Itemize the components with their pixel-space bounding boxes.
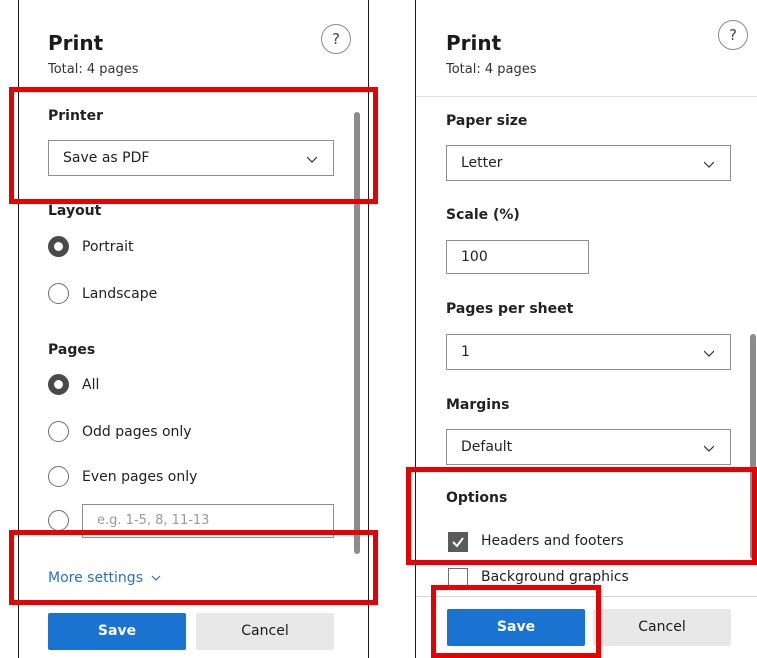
paper-size-label: Paper size <box>446 113 528 129</box>
radio-label: All <box>82 376 100 393</box>
margins-value: Default <box>461 439 513 455</box>
radio-label: Portrait <box>82 238 134 255</box>
radio-label: Even pages only <box>82 468 198 485</box>
help-icon[interactable]: ? <box>718 20 748 50</box>
page-count: Total: 4 pages <box>446 62 537 77</box>
footer-divider <box>19 600 368 601</box>
chevron-down-icon <box>307 156 317 163</box>
save-button[interactable]: Save <box>447 609 585 646</box>
radio-all[interactable]: All <box>48 374 99 395</box>
print-panel-right: Print Total: 4 pages ? Paper size Letter… <box>415 0 757 658</box>
headers-footers-label: Headers and footers <box>481 533 624 549</box>
radio-button[interactable] <box>48 421 69 442</box>
more-settings-link[interactable]: More settings <box>48 570 161 586</box>
help-icon[interactable]: ? <box>321 24 351 54</box>
printer-dropdown[interactable]: Save as PDF <box>48 140 334 176</box>
pages-label: Pages <box>48 342 96 358</box>
chevron-down-icon <box>704 161 714 168</box>
chevron-down-icon <box>704 445 714 452</box>
radio-button[interactable] <box>48 374 69 395</box>
radio-even[interactable]: Even pages only <box>48 466 197 487</box>
scale-label: Scale (%) <box>446 207 520 223</box>
checkmark-icon <box>452 537 464 548</box>
headers-footers-checkbox[interactable] <box>448 532 468 552</box>
background-graphics-checkbox[interactable] <box>448 568 468 588</box>
radio-label: Landscape <box>82 285 158 302</box>
chevron-down-icon <box>704 350 714 357</box>
save-button[interactable]: Save <box>48 613 186 650</box>
page-count: Total: 4 pages <box>48 62 139 77</box>
margins-label: Margins <box>446 397 510 413</box>
scrollbar-thumb[interactable] <box>750 334 756 559</box>
radio-label: Odd pages only <box>82 423 192 440</box>
header-divider <box>19 92 368 93</box>
radio-button[interactable] <box>48 510 69 531</box>
scale-input[interactable]: 100 <box>446 240 589 274</box>
cancel-button[interactable]: Cancel <box>196 613 334 650</box>
radio-button[interactable] <box>48 283 69 304</box>
chevron-down-icon <box>152 575 161 581</box>
radio-portrait[interactable]: Portrait <box>48 236 133 257</box>
printer-value: Save as PDF <box>63 150 150 166</box>
page-title: Print <box>48 31 104 55</box>
pages-per-sheet-label: Pages per sheet <box>446 301 574 317</box>
pages-per-sheet-dropdown[interactable]: 1 <box>446 334 731 370</box>
print-panel-left: Print Total: 4 pages ? Printer Save as P… <box>18 0 369 658</box>
pages-per-sheet-value: 1 <box>461 344 470 360</box>
header-divider <box>416 96 757 97</box>
scrollbar-thumb[interactable] <box>354 112 360 554</box>
layout-label: Layout <box>48 203 102 219</box>
paper-size-dropdown[interactable]: Letter <box>446 145 731 181</box>
radio-landscape[interactable]: Landscape <box>48 283 157 304</box>
radio-odd[interactable]: Odd pages only <box>48 421 192 442</box>
printer-label: Printer <box>48 108 104 124</box>
radio-button[interactable] <box>48 236 69 257</box>
page-title: Print <box>446 31 502 55</box>
options-label: Options <box>446 490 508 506</box>
background-graphics-label: Background graphics <box>481 569 629 585</box>
cancel-button[interactable]: Cancel <box>593 609 731 646</box>
margins-dropdown[interactable]: Default <box>446 429 731 465</box>
more-settings-label: More settings <box>48 570 143 586</box>
custom-pages-input[interactable]: e.g. 1-5, 8, 11-13 <box>82 504 334 538</box>
radio-custom[interactable] <box>48 510 82 531</box>
paper-size-value: Letter <box>461 155 503 171</box>
radio-button[interactable] <box>48 466 69 487</box>
